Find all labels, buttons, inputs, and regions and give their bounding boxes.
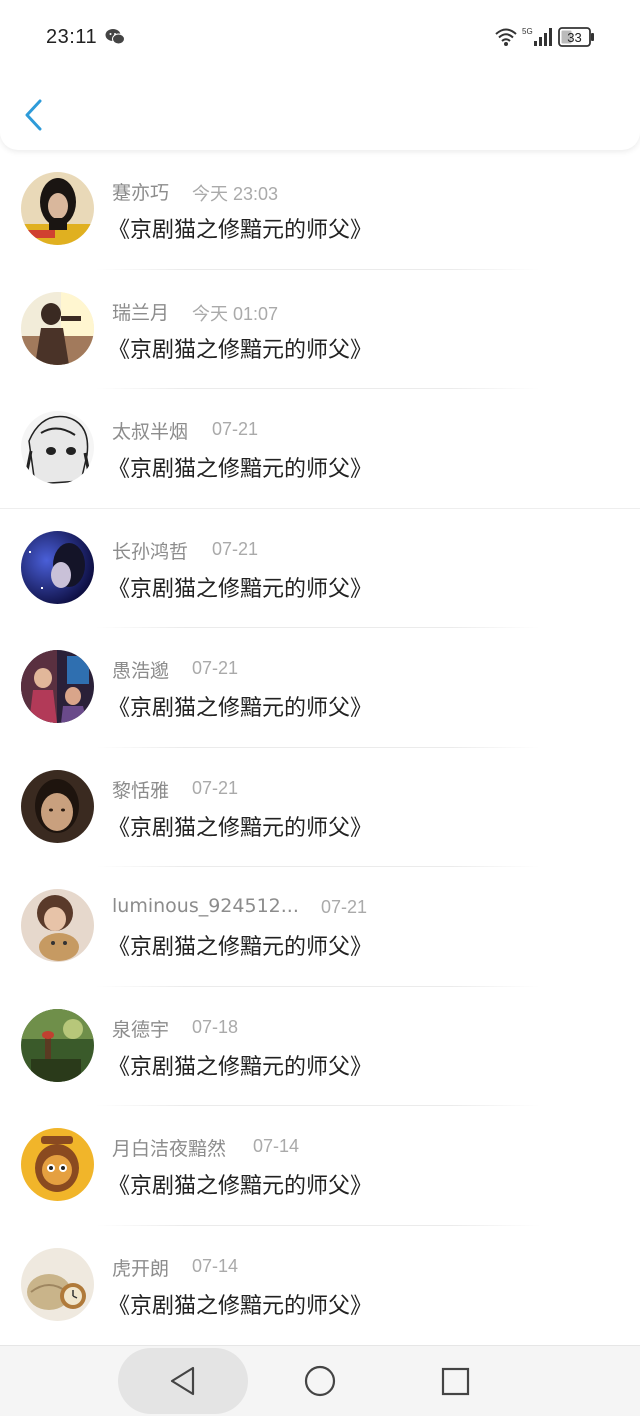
wifi-icon	[494, 26, 518, 52]
list-item[interactable]: 太叔半烟 07-21 《京剧猫之修黯元的师父》	[0, 389, 640, 509]
timestamp: 07-21	[212, 538, 259, 559]
username[interactable]: 蹇亦巧	[112, 178, 169, 205]
username[interactable]: 泉德宇	[112, 1015, 169, 1042]
back-button[interactable]	[16, 94, 56, 138]
comment-title[interactable]: 《京剧猫之修黯元的师父》	[108, 1168, 372, 1200]
nav-back-button[interactable]	[118, 1348, 248, 1414]
username[interactable]: 太叔半烟	[112, 417, 188, 444]
circle-home-icon	[304, 1365, 336, 1397]
nav-recents-button[interactable]	[441, 1367, 471, 1401]
list-item[interactable]: 月白洁夜黯然 07-14 《京剧猫之修黯元的师父》	[0, 1106, 640, 1226]
username[interactable]: 愚浩邈	[112, 656, 169, 683]
avatar[interactable]	[21, 1128, 94, 1201]
wechat-icon	[105, 28, 125, 50]
comment-title[interactable]: 《京剧猫之修黯元的师父》	[108, 212, 372, 244]
username[interactable]: 月白洁夜黯然	[112, 1134, 226, 1161]
list-item[interactable]: 瑞兰月 今天 01:07 《京剧猫之修黯元的师父》	[0, 270, 640, 389]
list-item[interactable]: 蹇亦巧 今天 23:03 《京剧猫之修黯元的师父》	[0, 150, 640, 270]
list-item[interactable]: luminous_924512... 07-21 《京剧猫之修黯元的师父》	[0, 867, 640, 987]
timestamp: 07-14	[192, 1255, 239, 1276]
username[interactable]: 瑞兰月	[112, 298, 169, 325]
list-item[interactable]: 泉德宇 07-18 《京剧猫之修黯元的师父》	[0, 987, 640, 1106]
network-type-label: 5G	[522, 27, 533, 36]
username[interactable]: 黎恬雅	[112, 776, 169, 803]
timestamp: 07-21	[192, 658, 239, 678]
timestamp: 今天 23:03	[192, 184, 279, 204]
avatar[interactable]	[21, 1247, 94, 1321]
comment-title[interactable]: 《京剧猫之修黯元的师父》	[108, 451, 372, 483]
username[interactable]: 长孙鸿哲	[112, 537, 188, 564]
comment-title[interactable]: 《京剧猫之修黯元的师父》	[108, 690, 372, 722]
avatar[interactable]	[21, 172, 94, 245]
avatar[interactable]	[21, 530, 94, 604]
header: 23:11 5G 33	[0, 0, 640, 150]
comment-list: 蹇亦巧 今天 23:03 《京剧猫之修黯元的师父》 瑞兰月 今天 01:07 《…	[0, 150, 640, 1345]
list-item[interactable]: 长孙鸿哲 07-21 《京剧猫之修黯元的师父》	[0, 509, 640, 628]
battery-icon: 33	[558, 27, 596, 51]
status-bar: 23:11 5G 33	[0, 0, 640, 76]
timestamp: 07-18	[192, 1016, 239, 1037]
username[interactable]: 虎开朗	[112, 1254, 169, 1281]
list-item[interactable]: 虎开朗 07-14 《京剧猫之修黯元的师父》	[0, 1226, 640, 1346]
timestamp: 07-14	[253, 1136, 300, 1156]
username[interactable]: luminous_924512...	[112, 895, 299, 917]
timestamp: 今天 01:07	[192, 303, 279, 324]
triangle-back-icon	[170, 1366, 195, 1396]
timestamp: 07-21	[321, 897, 368, 917]
square-recents-icon	[441, 1367, 470, 1396]
comment-title[interactable]: 《京剧猫之修黯元的师父》	[108, 1049, 372, 1081]
system-navigation-bar	[0, 1345, 640, 1416]
status-time: 23:11	[46, 26, 98, 48]
timestamp: 07-21	[212, 419, 259, 439]
avatar[interactable]	[21, 889, 94, 962]
battery-level: 33	[567, 30, 581, 45]
comment-title[interactable]: 《京剧猫之修黯元的师父》	[108, 571, 372, 603]
nav-home-button[interactable]	[303, 1364, 337, 1402]
list-item[interactable]: 愚浩邈 07-21 《京剧猫之修黯元的师父》	[0, 628, 640, 748]
comment-title[interactable]: 《京剧猫之修黯元的师父》	[108, 1288, 372, 1320]
list-item[interactable]: 黎恬雅 07-21 《京剧猫之修黯元的师父》	[0, 748, 640, 867]
avatar[interactable]	[21, 769, 94, 843]
avatar[interactable]	[21, 291, 94, 365]
comment-title[interactable]: 《京剧猫之修黯元的师父》	[108, 810, 372, 842]
chevron-left-icon	[25, 99, 42, 131]
timestamp: 07-21	[192, 777, 239, 798]
avatar[interactable]	[21, 650, 94, 723]
avatar[interactable]	[21, 411, 94, 484]
avatar[interactable]	[21, 1008, 94, 1082]
comment-title[interactable]: 《京剧猫之修黯元的师父》	[108, 929, 372, 961]
signal-icon: 5G	[520, 26, 554, 52]
comment-title[interactable]: 《京剧猫之修黯元的师父》	[108, 332, 372, 364]
